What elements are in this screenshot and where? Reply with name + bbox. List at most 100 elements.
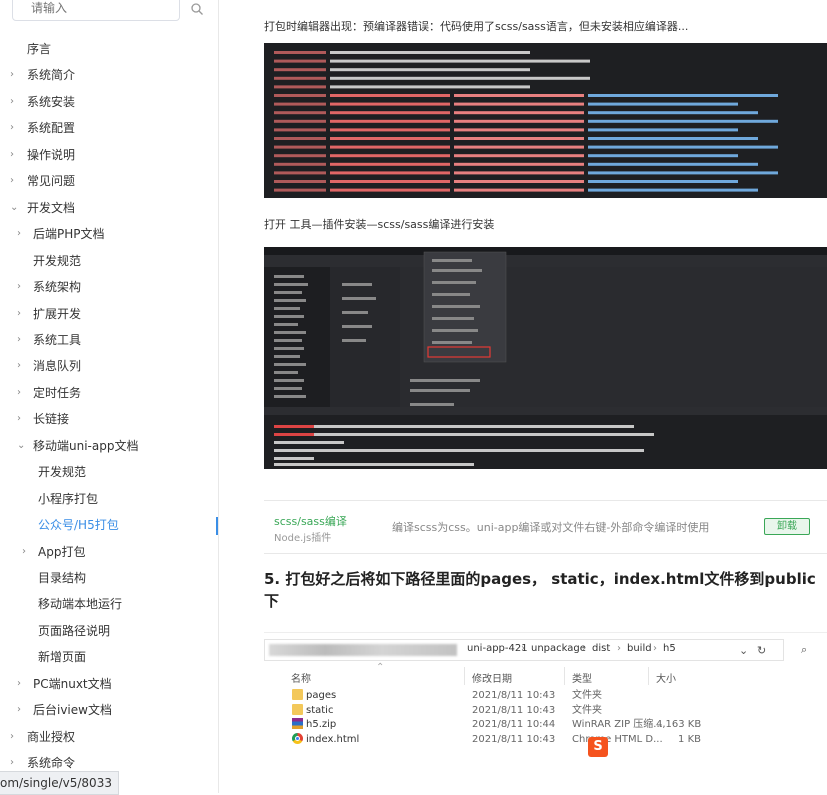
sidebar-item[interactable]: › 系统工具: [0, 327, 219, 353]
sidebar-item[interactable]: 序言: [0, 36, 219, 62]
sogou-ime-icon[interactable]: S: [588, 737, 608, 757]
chevron-right-icon[interactable]: ›: [17, 327, 21, 353]
chevron-right-icon[interactable]: ›: [10, 89, 14, 115]
uninstall-button[interactable]: 卸载: [764, 518, 810, 535]
sidebar-item[interactable]: 移动端本地运行: [0, 591, 219, 617]
sidebar-item[interactable]: › 后台iview文档: [0, 697, 219, 723]
sidebar-item-label: 后台iview文档: [33, 703, 112, 718]
console-line: [454, 145, 584, 149]
file-row[interactable]: index.html 2021/8/11 10:43 Chrome HTML D…: [264, 732, 827, 747]
sidebar-item[interactable]: 目录结构: [0, 565, 219, 591]
folder-icon: [292, 689, 303, 700]
chrome-icon: [292, 733, 303, 744]
chevron-down-icon[interactable]: ⌄: [10, 195, 18, 221]
sidebar-item[interactable]: › 系统配置: [0, 115, 219, 141]
sidebar-item-label: 系统配置: [27, 121, 76, 136]
console-line: [330, 180, 450, 183]
sidebar-item[interactable]: › 系统简介: [0, 62, 219, 88]
sort-caret-icon: ⌃: [376, 662, 385, 673]
sidebar-item[interactable]: › 后端PHP文档: [0, 221, 219, 247]
sidebar-item[interactable]: › 消息队列: [0, 353, 219, 379]
sidebar-item-label: 移动端本地运行: [38, 597, 123, 612]
chevron-right-icon[interactable]: ›: [17, 301, 21, 327]
sidebar-item[interactable]: ⌄ 开发文档: [0, 195, 219, 221]
sidebar-item[interactable]: 小程序打包: [0, 486, 219, 512]
column-header-size[interactable]: 大小: [656, 670, 676, 685]
console-line: [588, 94, 778, 97]
file-row[interactable]: pages 2021/8/11 10:43 文件夹: [264, 688, 827, 703]
sidebar-item-label: 开发文档: [27, 200, 76, 215]
chevron-right-icon[interactable]: ›: [17, 697, 21, 723]
console-line: [454, 180, 584, 183]
file-date: 2021/8/11 10:43: [472, 734, 556, 745]
console-line: [330, 68, 530, 72]
chevron-down-icon[interactable]: ⌄: [17, 433, 25, 459]
console-line: [588, 111, 758, 115]
sidebar-item-label: 消息队列: [33, 359, 82, 374]
console-line: [274, 180, 326, 183]
sidebar-item-label: 定时任务: [33, 385, 82, 400]
sidebar-item-label: 扩展开发: [33, 306, 82, 321]
sidebar-item-label: 目录结构: [38, 571, 87, 585]
console-line: [330, 76, 590, 80]
console-line: [588, 119, 778, 123]
sidebar-item[interactable]: 公众号/H5打包: [0, 512, 219, 538]
sidebar-item-label: 系统简介: [27, 68, 76, 83]
chevron-right-icon[interactable]: ›: [17, 353, 21, 379]
console-line: [588, 188, 758, 192]
chevron-right-icon[interactable]: ›: [17, 671, 21, 697]
sidebar-item[interactable]: › 定时任务: [0, 380, 219, 406]
chevron-right-icon[interactable]: ›: [22, 539, 26, 565]
sidebar-item[interactable]: › 常见问题: [0, 168, 219, 194]
sidebar-item[interactable]: › 系统架构: [0, 274, 219, 300]
column-divider: [464, 667, 465, 685]
file-type: 文件夹: [572, 690, 602, 701]
file-row[interactable]: static 2021/8/11 10:43 文件夹: [264, 703, 827, 718]
search-box[interactable]: [12, 0, 180, 21]
console-line: [454, 94, 584, 97]
chevron-right-icon[interactable]: ›: [17, 274, 21, 300]
chevron-right-icon[interactable]: ›: [17, 406, 21, 432]
sidebar-item[interactable]: ⌄ 移动端uni-app文档: [0, 433, 219, 459]
chevron-right-icon[interactable]: ›: [17, 380, 21, 406]
chevron-right-icon[interactable]: ›: [10, 168, 14, 194]
console-line: [588, 154, 738, 158]
refresh-icon: ↻: [757, 644, 767, 657]
console-line: [330, 162, 450, 166]
console-line: [454, 162, 584, 166]
console-line: [454, 154, 584, 158]
sidebar-item[interactable]: 开发规范: [0, 459, 219, 485]
chevron-right-icon[interactable]: ›: [10, 724, 14, 750]
column-header-name[interactable]: 名称: [291, 670, 311, 685]
chevron-right-icon[interactable]: ›: [10, 142, 14, 168]
file-row[interactable]: h5.zip 2021/8/11 10:44 WinRAR ZIP 压缩... …: [264, 717, 827, 732]
sidebar-item[interactable]: › PC端nuxt文档: [0, 671, 219, 697]
plugin-card: scss/sass编译 Node.js插件 编译scss为css。uni-app…: [264, 500, 827, 554]
console-line: [330, 51, 530, 54]
chevron-right-icon[interactable]: ›: [10, 115, 14, 141]
search-input[interactable]: [29, 0, 163, 21]
sidebar-item[interactable]: 新增页面: [0, 644, 219, 670]
sidebar-item[interactable]: › 扩展开发: [0, 301, 219, 327]
sidebar-item[interactable]: › 商业授权: [0, 724, 219, 750]
sidebar-item[interactable]: 页面路径说明: [0, 618, 219, 644]
console-line: [274, 128, 326, 132]
chevron-right-icon[interactable]: ›: [17, 221, 21, 247]
sidebar-item[interactable]: 开发规范: [0, 248, 219, 274]
search-icon[interactable]: [190, 2, 204, 16]
sidebar-item[interactable]: › 操作说明: [0, 142, 219, 168]
sidebar-item[interactable]: › 系统安装: [0, 89, 219, 115]
column-header-type[interactable]: 类型: [572, 670, 592, 685]
sidebar-item[interactable]: › App打包: [0, 539, 219, 565]
column-divider: [564, 667, 565, 685]
sidebar-item[interactable]: › 长链接: [0, 406, 219, 432]
column-header-date[interactable]: 修改日期: [472, 670, 512, 685]
console-line: [330, 128, 450, 132]
console-line: [330, 154, 450, 158]
file-name: static: [306, 705, 334, 716]
address-bar: uni-app-421 › unpackage › dist › build ›…: [264, 639, 784, 661]
sidebar-item-label: 序言: [27, 42, 52, 56]
console-line: [274, 102, 326, 106]
chevron-right-icon[interactable]: ›: [10, 62, 14, 88]
search-icon: ⌕: [801, 643, 808, 656]
